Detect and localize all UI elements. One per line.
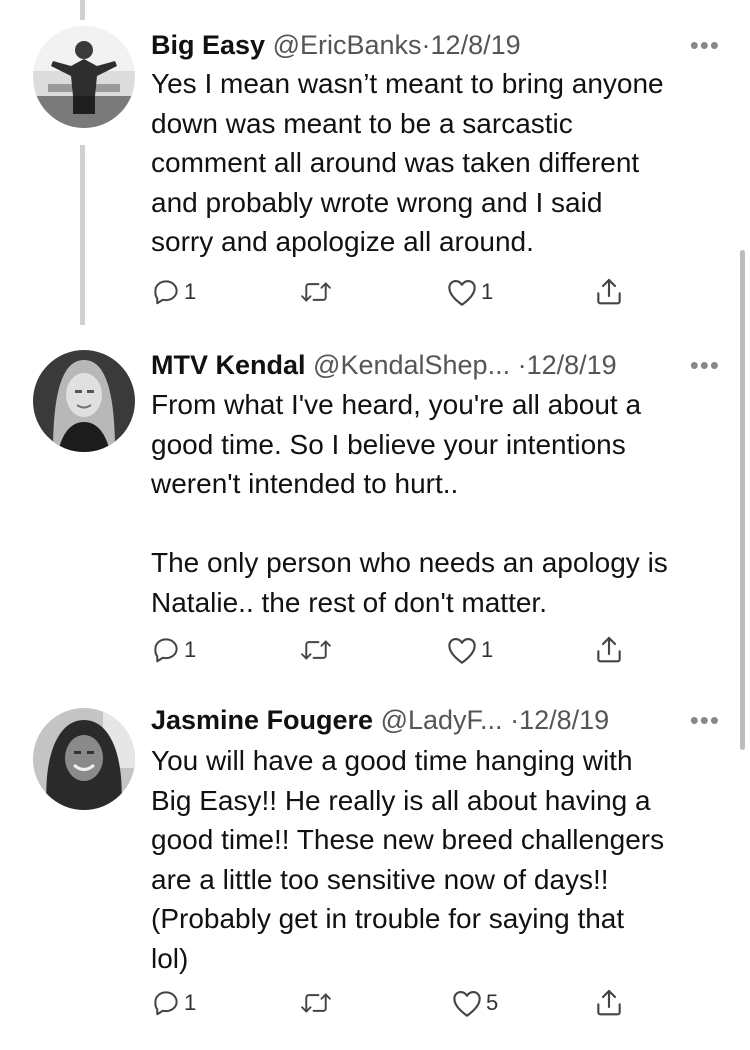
- separator-dot: ·: [421, 30, 431, 60]
- share-icon: [593, 634, 625, 666]
- more-options-icon[interactable]: •••: [690, 700, 720, 740]
- reply-icon: [151, 988, 181, 1018]
- like-count: 1: [481, 637, 494, 662]
- like-button[interactable]: 1: [446, 272, 493, 312]
- retweet-button[interactable]: [299, 630, 333, 670]
- tweet-actions: 1 1: [151, 630, 641, 670]
- display-name[interactable]: Jasmine Fougere: [151, 705, 373, 735]
- tweet[interactable]: Big Easy @EricBanks·12/8/19 ••• Yes I me…: [0, 0, 750, 330]
- username[interactable]: @KendalShep...: [313, 350, 510, 380]
- like-button[interactable]: 1: [446, 630, 493, 670]
- like-count: 1: [481, 279, 494, 304]
- share-button[interactable]: [593, 272, 625, 312]
- tweet-header: Big Easy @EricBanks·12/8/19: [151, 25, 750, 65]
- avatar[interactable]: [33, 350, 135, 452]
- tweet-actions: 1 1: [151, 272, 641, 312]
- username[interactable]: @LadyF...: [381, 705, 503, 735]
- heart-icon: [446, 277, 478, 307]
- tweet-text: You will have a good time hanging with B…: [151, 745, 665, 974]
- like-count: 5: [486, 990, 499, 1015]
- display-name[interactable]: MTV Kendal: [151, 350, 306, 380]
- separator-dot: ·: [517, 350, 527, 380]
- tweet-text: From what I've heard, you're all about a…: [151, 389, 668, 618]
- tweet[interactable]: Jasmine Fougere @LadyF... ·12/8/19 ••• Y…: [0, 690, 750, 1050]
- reply-button[interactable]: 1: [151, 272, 196, 312]
- heart-icon: [446, 635, 478, 665]
- retweet-button[interactable]: [299, 272, 333, 312]
- share-icon: [593, 987, 625, 1019]
- timestamp[interactable]: 12/8/19: [519, 705, 609, 735]
- reply-count: 1: [184, 990, 197, 1015]
- reply-count: 1: [184, 279, 197, 304]
- retweet-icon: [299, 988, 333, 1018]
- retweet-button[interactable]: [299, 983, 333, 1023]
- avatar[interactable]: [33, 708, 135, 810]
- more-options-icon[interactable]: •••: [690, 25, 720, 65]
- heart-icon: [451, 988, 483, 1018]
- reply-button[interactable]: 1: [151, 630, 196, 670]
- display-name[interactable]: Big Easy: [151, 30, 265, 60]
- share-button[interactable]: [593, 983, 625, 1023]
- like-button[interactable]: 5: [451, 983, 498, 1023]
- reply-button[interactable]: 1: [151, 983, 196, 1023]
- username[interactable]: @EricBanks: [273, 30, 422, 60]
- tweet[interactable]: MTV Kendal @KendalShep... ·12/8/19 ••• F…: [0, 330, 750, 690]
- share-button[interactable]: [593, 630, 625, 670]
- more-options-icon[interactable]: •••: [690, 345, 720, 385]
- scrollbar[interactable]: [740, 250, 745, 750]
- separator-dot: ·: [510, 705, 520, 735]
- tweet-text: Yes I mean wasn’t meant to bring anyone …: [151, 68, 664, 257]
- tweet-header: Jasmine Fougere @LadyF... ·12/8/19: [151, 700, 750, 740]
- retweet-icon: [299, 635, 333, 665]
- reply-icon: [151, 277, 181, 307]
- timestamp[interactable]: 12/8/19: [431, 30, 521, 60]
- retweet-icon: [299, 277, 333, 307]
- reply-count: 1: [184, 637, 197, 662]
- avatar[interactable]: [33, 26, 135, 128]
- share-icon: [593, 276, 625, 308]
- reply-icon: [151, 635, 181, 665]
- tweet-header: MTV Kendal @KendalShep... ·12/8/19: [151, 345, 750, 385]
- timestamp[interactable]: 12/8/19: [527, 350, 617, 380]
- tweet-actions: 1 5: [151, 983, 641, 1023]
